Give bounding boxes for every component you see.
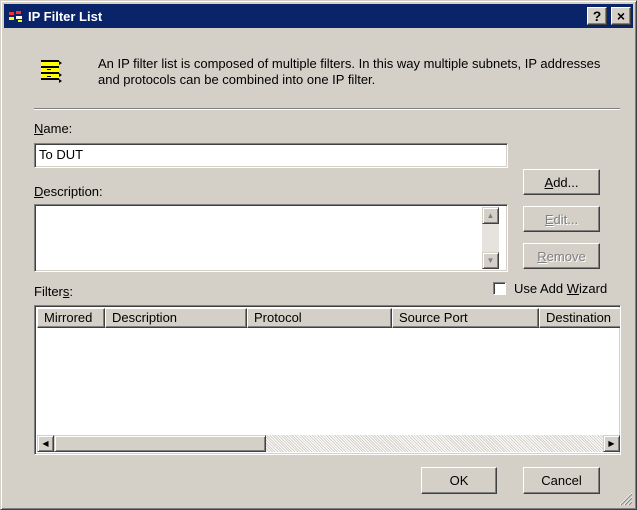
- name-label-accel: N: [34, 121, 44, 136]
- description-label: Description:: [34, 184, 103, 199]
- help-button[interactable]: ?: [587, 7, 607, 25]
- remove-button[interactable]: Remove: [523, 243, 600, 269]
- description-label-text: escription:: [43, 184, 103, 199]
- name-label: Name:: [34, 121, 72, 136]
- wizard-label-pre: Use Add: [514, 281, 567, 296]
- name-field[interactable]: To DUT: [34, 143, 508, 168]
- separator-line: [34, 108, 620, 110]
- add-button[interactable]: Add...: [523, 169, 600, 195]
- cancel-button[interactable]: Cancel: [523, 467, 600, 494]
- ok-button[interactable]: OK: [421, 467, 497, 494]
- add-button-accel: A: [544, 174, 554, 190]
- info-description: An IP filter list is composed of multipl…: [98, 56, 601, 87]
- close-button[interactable]: ×: [611, 7, 631, 25]
- description-label-accel: D: [34, 184, 44, 199]
- edit-button-accel: E: [544, 211, 554, 227]
- column-header-destination[interactable]: Destination: [539, 308, 620, 328]
- filters-label-post: :: [69, 284, 74, 299]
- scrollbar-track[interactable]: [266, 435, 603, 452]
- add-button-text: dd...: [553, 174, 579, 190]
- column-header-source-port[interactable]: Source Port: [392, 308, 539, 328]
- name-label-text: ame:: [43, 121, 73, 136]
- wizard-label-post: izard: [579, 281, 608, 296]
- use-add-wizard-label[interactable]: Use Add Wizard: [514, 281, 607, 296]
- filters-label: Filters:: [34, 284, 73, 299]
- remove-button-text: emove: [546, 248, 586, 264]
- ip-filter-list-dialog: IP Filter List ? × An IP filter list is …: [0, 0, 637, 510]
- remove-button-accel: R: [537, 248, 547, 264]
- scroll-left-icon[interactable]: ◀: [37, 435, 54, 452]
- wizard-label-accel: W: [566, 281, 580, 296]
- edit-button-text: dit...: [553, 211, 579, 227]
- scroll-right-icon[interactable]: ▶: [603, 435, 620, 452]
- use-add-wizard-checkbox[interactable]: [493, 282, 506, 295]
- scroll-down-icon[interactable]: ▼: [482, 252, 499, 269]
- filters-label-pre: Filter: [34, 284, 63, 299]
- window-title: IP Filter List: [28, 8, 103, 24]
- scroll-up-icon[interactable]: ▲: [482, 207, 499, 224]
- filter-list-icon: [39, 57, 63, 89]
- filters-list[interactable]: Mirrored Description Protocol Source Por…: [34, 305, 621, 455]
- column-header-protocol[interactable]: Protocol: [247, 308, 392, 328]
- edit-button[interactable]: Edit...: [523, 206, 600, 232]
- description-field[interactable]: ▲ ▼: [34, 204, 508, 272]
- filters-list-header: Mirrored Description Protocol Source Por…: [37, 308, 620, 328]
- column-header-description[interactable]: Description: [105, 308, 247, 328]
- title-bar[interactable]: IP Filter List ? ×: [4, 4, 633, 28]
- column-header-mirrored[interactable]: Mirrored: [37, 308, 105, 328]
- resize-grip-icon[interactable]: [619, 492, 633, 506]
- name-field-value: To DUT: [39, 147, 84, 162]
- ip-filter-app-icon: [8, 8, 24, 24]
- scrollbar-thumb[interactable]: [54, 435, 266, 452]
- horizontal-scrollbar[interactable]: ◀ ▶: [37, 435, 620, 452]
